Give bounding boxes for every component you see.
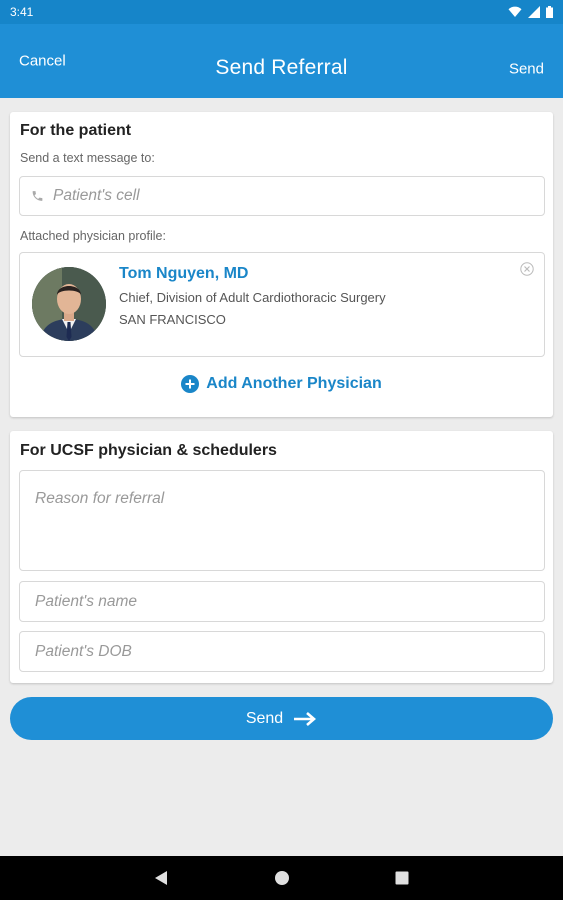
signal-icon: [528, 6, 540, 18]
add-physician-label: Add Another Physician: [206, 375, 382, 392]
app-bar: Cancel Send Referral Send: [0, 24, 563, 98]
physician-location: SAN FRANCISCO: [119, 312, 226, 327]
text-message-label: Send a text message to:: [20, 151, 155, 165]
patient-name-placeholder: Patient's name: [35, 592, 138, 610]
battery-icon: [546, 6, 553, 18]
ucsf-section-title: For UCSF physician & schedulers: [20, 442, 277, 459]
wifi-icon: [508, 6, 522, 17]
physician-profile-card[interactable]: Tom Nguyen, MD Chief, Division of Adult …: [19, 252, 545, 357]
patient-dob-input[interactable]: Patient's DOB: [19, 631, 545, 672]
phone-icon: [32, 191, 43, 201]
physician-name-link[interactable]: Tom Nguyen, MD: [119, 265, 248, 283]
patient-dob-placeholder: Patient's DOB: [35, 642, 132, 660]
plus-circle-icon: [181, 375, 200, 393]
back-icon[interactable]: [154, 870, 168, 886]
physician-avatar: [32, 267, 106, 341]
arrow-right-icon: [294, 711, 317, 726]
status-bar: 3:41: [0, 0, 563, 24]
status-time: 3:41: [10, 5, 34, 19]
reason-for-referral-input[interactable]: Reason for referral: [19, 470, 545, 571]
close-circle-icon[interactable]: [520, 262, 534, 276]
patient-cell-placeholder: Patient's cell: [53, 187, 140, 204]
home-icon[interactable]: [275, 871, 290, 886]
attached-profile-label: Attached physician profile:: [20, 229, 166, 243]
patient-section-card: For the patient Send a text message to: …: [10, 112, 553, 417]
send-header-button[interactable]: Send: [509, 61, 544, 78]
patient-section-title: For the patient: [20, 122, 132, 139]
patient-cell-input[interactable]: Patient's cell: [19, 176, 545, 216]
system-nav-bar: [0, 856, 563, 900]
ucsf-section-card: For UCSF physician & schedulers Reason f…: [10, 431, 553, 683]
recents-icon[interactable]: [395, 871, 409, 885]
page-title: Send Referral: [215, 56, 348, 79]
add-physician-button[interactable]: Add Another Physician: [10, 375, 553, 393]
physician-title: Chief, Division of Adult Cardiothoracic …: [119, 290, 386, 305]
patient-name-input[interactable]: Patient's name: [19, 581, 545, 622]
send-button-label: Send: [245, 709, 284, 727]
reason-placeholder: Reason for referral: [35, 490, 165, 507]
send-referral-button[interactable]: Send: [10, 697, 553, 740]
status-icons: [508, 6, 553, 18]
